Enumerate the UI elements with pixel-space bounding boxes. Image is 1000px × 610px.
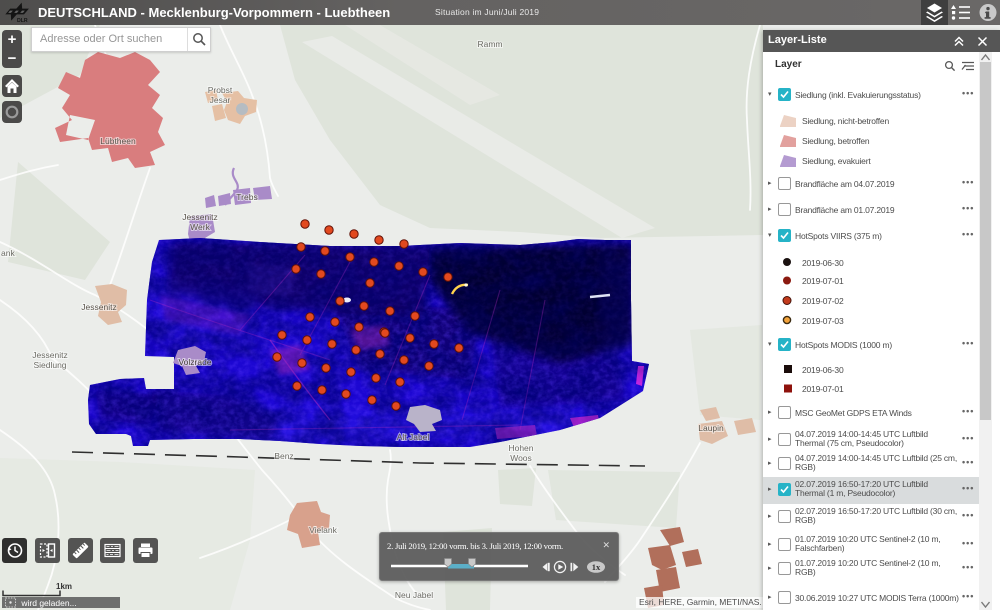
- svg-text:Lübtheen: Lübtheen: [100, 136, 136, 146]
- svg-text:Jessenitz: Jessenitz: [182, 212, 217, 222]
- svg-text:Jessenitz: Jessenitz: [81, 302, 116, 312]
- svg-text:Neu Jabel: Neu Jabel: [395, 590, 433, 600]
- svg-text:1x: 1x: [592, 562, 601, 572]
- svg-text:Hohen: Hohen: [508, 443, 533, 453]
- svg-text:Laupin: Laupin: [698, 423, 724, 433]
- svg-text:Siedlung: Siedlung: [33, 360, 66, 370]
- svg-text:ank: ank: [1, 248, 15, 258]
- svg-text:DLR: DLR: [17, 18, 28, 24]
- svg-text:Woos: Woos: [510, 453, 532, 463]
- svg-text:Jessenitz: Jessenitz: [32, 350, 67, 360]
- svg-text:Ramm: Ramm: [477, 39, 502, 49]
- svg-text:Vielank: Vielank: [309, 525, 337, 535]
- svg-text:Werk: Werk: [190, 222, 210, 232]
- svg-text:Volzrade: Volzrade: [178, 357, 211, 367]
- svg-text:Trebs: Trebs: [236, 192, 257, 202]
- svg-text:Benz: Benz: [274, 451, 293, 461]
- svg-text:Probst: Probst: [208, 85, 233, 95]
- svg-text:Alt Jabel: Alt Jabel: [397, 432, 430, 442]
- svg-text:Jesar: Jesar: [210, 95, 231, 105]
